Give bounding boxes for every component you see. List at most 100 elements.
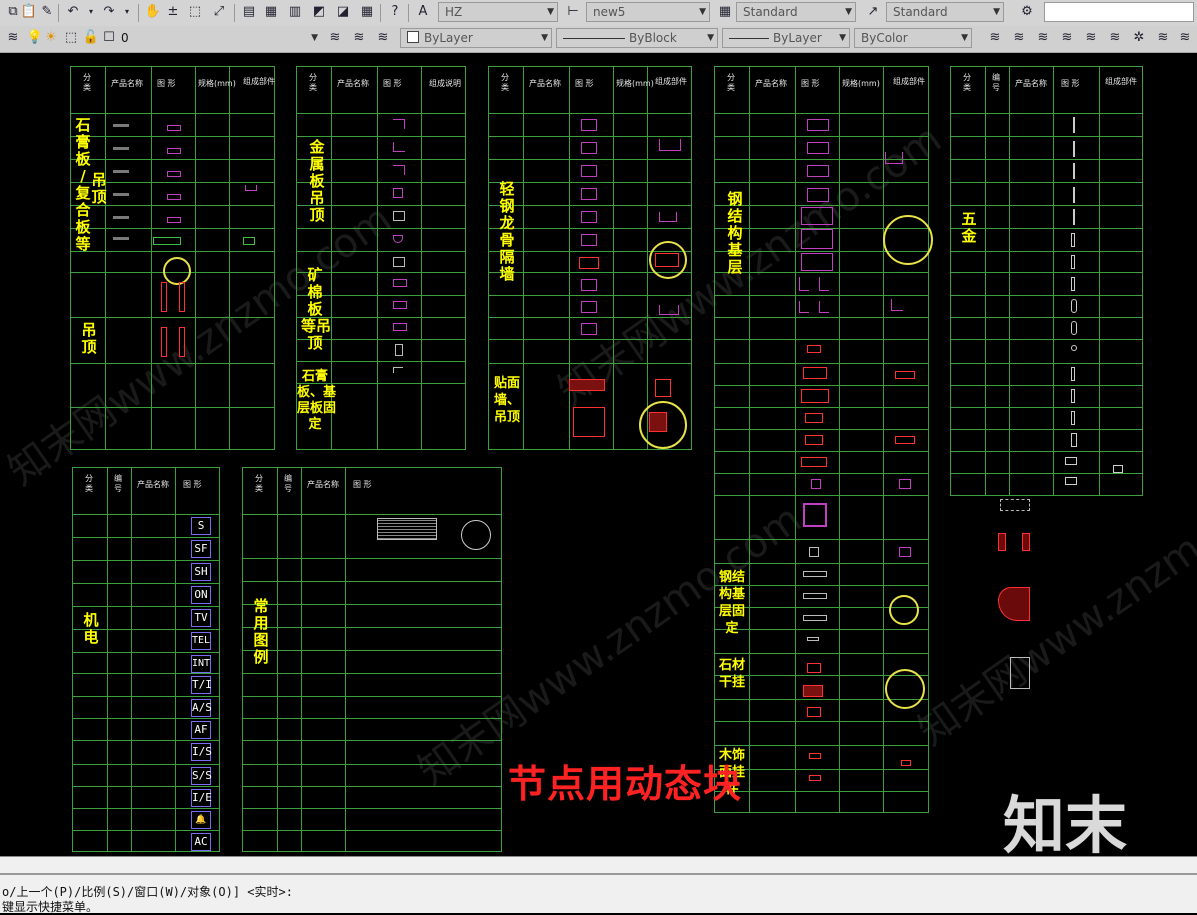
category-label: 机 电	[83, 611, 99, 646]
abbr-symbol: S/S	[191, 767, 212, 785]
abbr-symbol: SF	[191, 540, 211, 558]
header-product-name: 产品名称	[529, 79, 561, 88]
header-graphic: 图 形	[801, 79, 820, 88]
markup-icon[interactable]: ◪	[334, 3, 352, 21]
workspace-icon[interactable]: ⚙	[1018, 3, 1036, 21]
layer-tool-7-icon[interactable]: ✲	[1130, 29, 1148, 47]
header-category: 分 类	[309, 73, 317, 92]
header-parts: 组成部件	[893, 77, 925, 86]
dynamic-block	[1022, 533, 1030, 551]
header-graphic: 图 形	[383, 79, 402, 88]
header-parts: 组成部件	[1105, 77, 1137, 86]
category-label: 石材 干挂	[718, 658, 745, 690]
table-light-steel-partition: 分 类 产品名称 图 形 规格(mm) 组成部件 轻 钢 龙 骨 隔 墙 贴面 …	[488, 66, 692, 450]
abbr-symbol: ON	[191, 586, 211, 604]
layer-tool-3-icon[interactable]: ≋	[1034, 29, 1052, 47]
sun-icon[interactable]: ☀	[42, 29, 60, 47]
abbr-symbol: I/S	[191, 743, 212, 761]
header-number: 编 号	[284, 474, 292, 493]
plotstyle-select[interactable]: ByColor ▼	[854, 28, 972, 48]
properties-icon[interactable]: ▤	[240, 3, 258, 21]
command-window[interactable]: o/上一个(P)/比例(S)/窗口(W)/对象(O)] <实时>: 键显示快捷菜…	[0, 856, 1197, 914]
header-number: 编 号	[114, 474, 122, 493]
layer-previous-icon[interactable]: ≋	[350, 29, 368, 47]
calculator-icon[interactable]: ▦	[358, 3, 376, 21]
dim-style-icon[interactable]: ⊢	[564, 3, 582, 21]
header-graphic: 图 形	[1061, 79, 1080, 88]
header-category: 分 类	[83, 73, 91, 92]
legend-graphic	[461, 520, 491, 550]
header-size: 规格(mm)	[616, 79, 654, 88]
abbr-symbol: A/S	[191, 699, 212, 717]
layer-tool-8-icon[interactable]: ≋	[1154, 29, 1172, 47]
layer-tool-5-icon[interactable]: ≋	[1082, 29, 1100, 47]
layer-tool-6-icon[interactable]: ≋	[1106, 29, 1124, 47]
header-graphic: 图 形	[157, 79, 176, 88]
header-product-name: 产品名称	[137, 480, 169, 489]
text-style-select[interactable]: HZ ▼	[438, 2, 558, 22]
header-size: 规格(mm)	[842, 79, 880, 88]
layer-tool-4-icon[interactable]: ≋	[1058, 29, 1076, 47]
dynamic-block	[998, 533, 1006, 551]
layer-tool-9-icon[interactable]: ≋	[1176, 29, 1194, 47]
redo-icon[interactable]: ↷	[100, 3, 118, 21]
header-graphic: 图 形	[183, 480, 202, 489]
color-select[interactable]: ByLayer ▼	[400, 28, 552, 48]
layer-tool-2-icon[interactable]: ≋	[1010, 29, 1028, 47]
dynamic-block	[998, 587, 1030, 621]
header-product-name: 产品名称	[337, 79, 369, 88]
zoom-window-icon[interactable]: ⬚	[186, 3, 204, 21]
zoom-previous-icon[interactable]: ⤢	[210, 3, 228, 21]
category-label: 矿 棉 板 等吊 顶	[301, 266, 332, 352]
design-center-icon[interactable]: ▦	[262, 3, 280, 21]
layer-tool-1-icon[interactable]: ≋	[986, 29, 1004, 47]
paste-icon[interactable]: 📋	[20, 3, 38, 21]
table-style-select[interactable]: Standard ▼	[736, 2, 856, 22]
header-product-name: 产品名称	[111, 79, 143, 88]
table-metal-ceiling: 分 类 产品名称 图 形 组成说明 金 属 板 吊 顶 矿 棉 板 等吊 顶 石…	[296, 66, 466, 450]
header-product-name: 产品名称	[307, 480, 339, 489]
abbr-symbol: T/I	[191, 676, 212, 694]
zoom-realtime-icon[interactable]: ±	[164, 3, 182, 21]
make-current-layer-icon[interactable]: ≋	[326, 29, 344, 47]
legend-graphic	[377, 518, 437, 540]
table-style-icon[interactable]: ▦	[716, 3, 734, 21]
tool-palettes-icon[interactable]: ▥	[286, 3, 304, 21]
viewport-freeze-icon[interactable]: ⬚	[62, 29, 80, 47]
layer-select[interactable]: 0 ▼	[114, 28, 322, 48]
category-label: 钢 结 构 基 层	[727, 190, 743, 276]
undo-dropdown-icon[interactable]: ▾	[82, 3, 100, 21]
multileader-style-icon[interactable]: ↗	[864, 3, 882, 21]
dim-style-select[interactable]: new5 ▼	[586, 2, 710, 22]
match-properties-icon[interactable]: ✎	[38, 3, 56, 21]
standard-toolbar: ⧉ 📋 ✎ ↶ ▾ ↷ ▾ ✋ ± ⬚ ⤢ ▤ ▦ ▥ ◩ ◪ ▦ ? A HZ…	[0, 0, 1197, 27]
sheet-set-icon[interactable]: ◩	[310, 3, 328, 21]
layer-manager-icon[interactable]: ≋	[4, 29, 22, 47]
layer-states-icon[interactable]: ≋	[374, 29, 392, 47]
header-category: 分 类	[85, 474, 93, 493]
category-label: 常 用 图 例	[253, 597, 269, 666]
pan-icon[interactable]: ✋	[144, 3, 162, 21]
header-category: 分 类	[727, 73, 735, 92]
command-prompt-line: 键显示快捷菜单。	[2, 900, 99, 914]
abbr-symbol: S	[191, 517, 211, 535]
layers-toolbar: ≋ 💡 ☀ ⬚ 🔓 ☐ 0 ▼ ≋ ≋ ≋ ByLayer ▼ ByBlock ▼ B…	[0, 26, 1197, 53]
drawing-canvas[interactable]: 知末网www.znzmo.com 知末网www.znzmo.com 知末网www…	[0, 53, 1197, 856]
undo-icon[interactable]: ↶	[64, 3, 82, 21]
text-style-icon[interactable]: A	[414, 3, 432, 21]
redo-dropdown-icon[interactable]: ▾	[118, 3, 136, 21]
header-notes: 组成说明	[429, 79, 461, 88]
header-graphic: 图 形	[353, 480, 372, 489]
dynamic-block-title: 节点用动态块	[508, 762, 743, 806]
category-label: 轻 钢 龙 骨 隔 墙	[499, 180, 515, 283]
lineweight-select[interactable]: ByLayer ▼	[722, 28, 850, 48]
header-category: 分 类	[963, 73, 971, 92]
linetype-select[interactable]: ByBlock ▼	[556, 28, 718, 48]
help-icon[interactable]: ?	[386, 3, 404, 21]
search-input[interactable]	[1044, 2, 1194, 22]
abbr-symbol: INT	[191, 655, 211, 673]
header-graphic: 图 形	[575, 79, 594, 88]
lock-icon[interactable]: 🔓	[82, 29, 100, 47]
abbr-symbol: SH	[191, 563, 211, 581]
multileader-style-select[interactable]: Standard ▼	[886, 2, 1004, 22]
